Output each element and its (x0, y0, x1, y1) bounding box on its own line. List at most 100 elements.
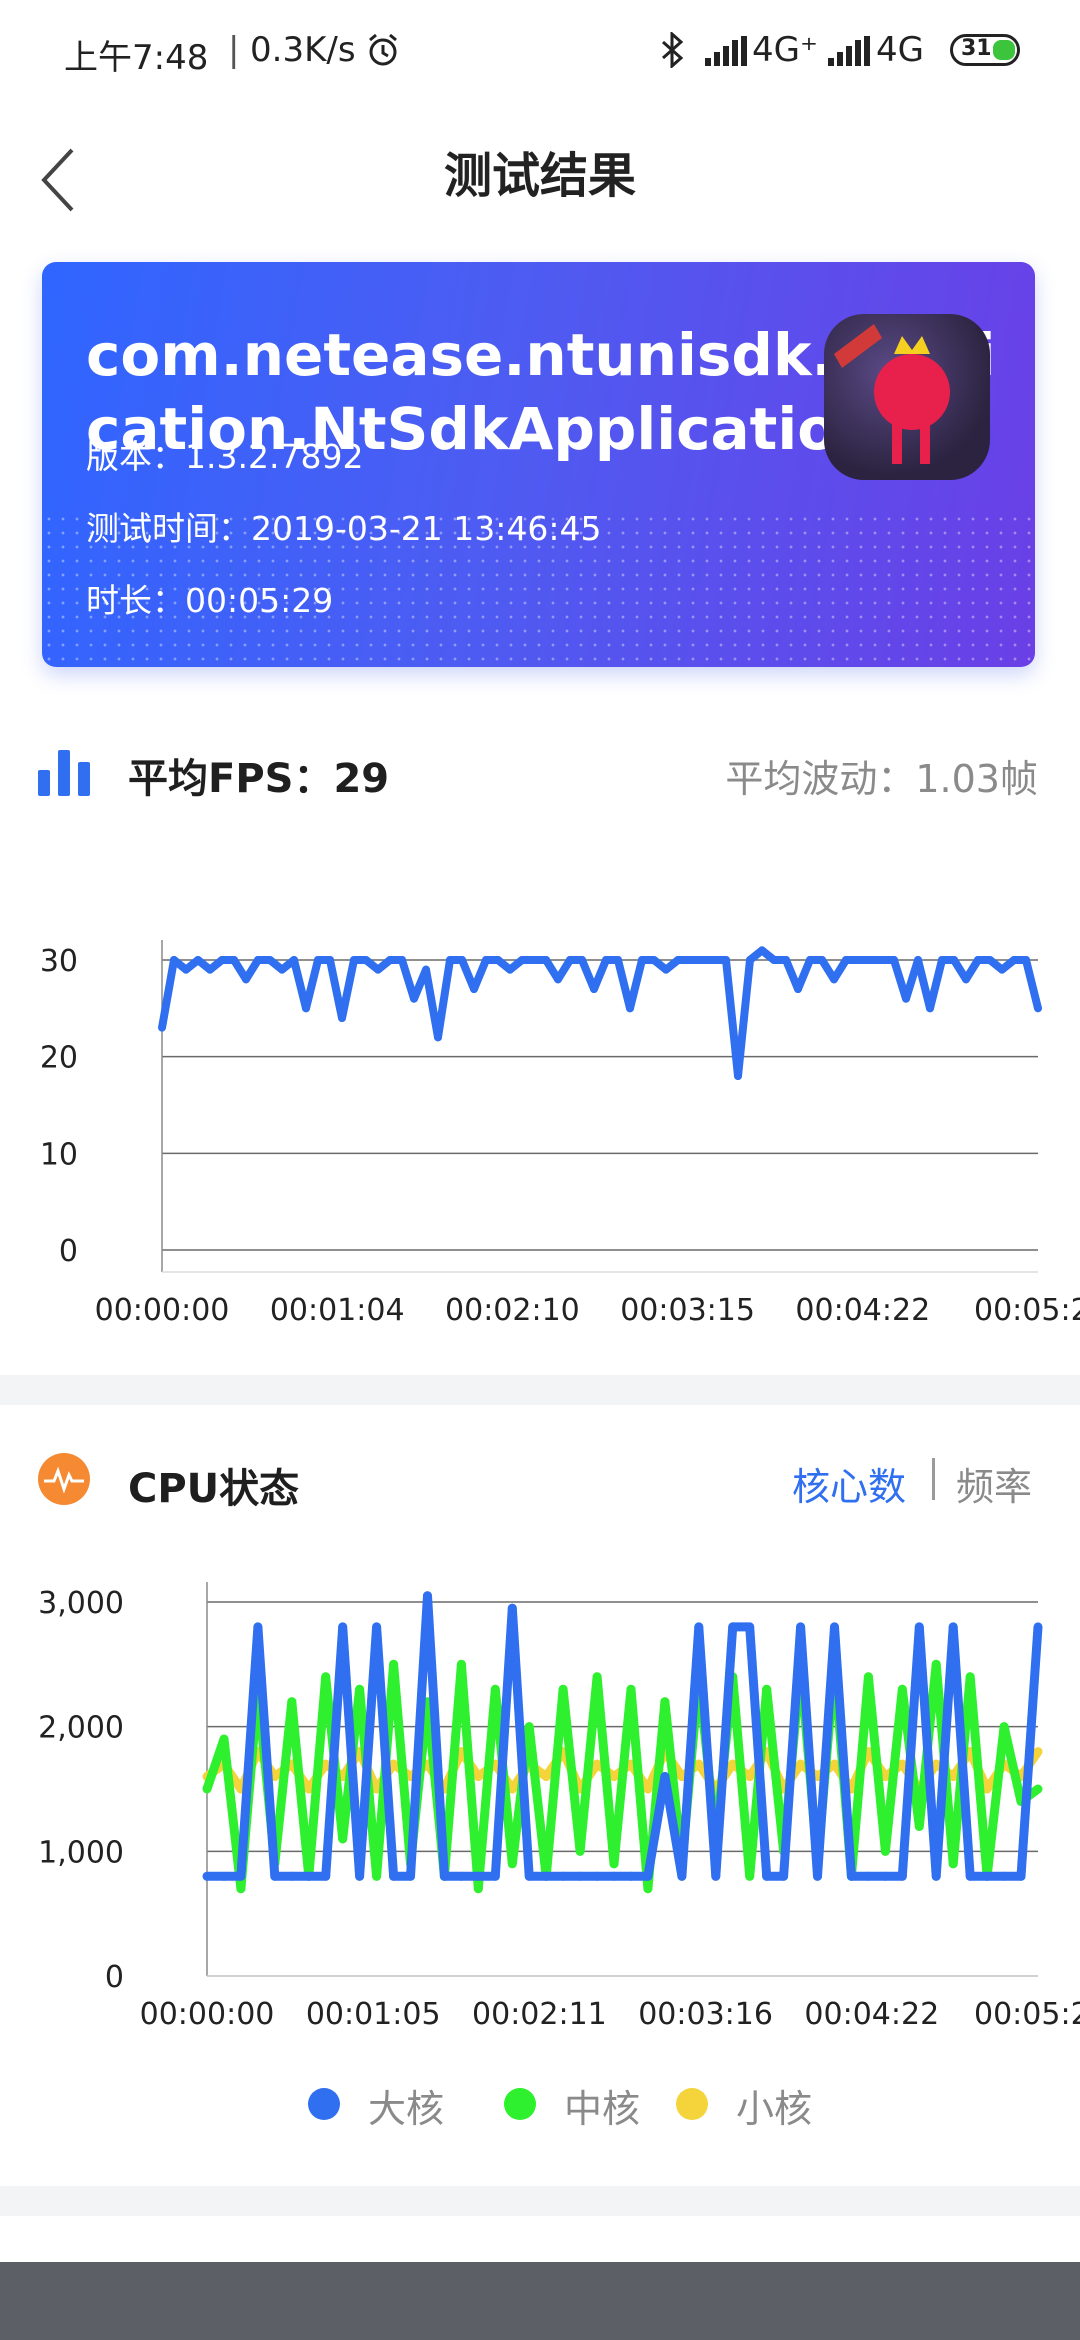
data-point (206, 965, 214, 974)
data-point (338, 1014, 346, 1022)
tab-frequency[interactable]: 频率 (956, 1456, 1032, 1511)
x-tick-label: 00:02:11 (472, 1997, 607, 2032)
data-point (304, 1871, 314, 1881)
data-point (542, 956, 550, 964)
cpu-chart: 3,000 2,000 1,000 0 00:00:00 00:01:05 00:02:11… (38, 1582, 1080, 2032)
data-point (846, 1871, 856, 1881)
data-point (866, 956, 874, 964)
data-point (962, 975, 970, 984)
signal-icon-2 (828, 36, 872, 70)
data-point (1022, 956, 1030, 964)
data-point (350, 956, 358, 964)
battery-icon: 31 (950, 34, 1020, 66)
data-point (592, 1871, 602, 1881)
data-point (794, 985, 802, 993)
data-point (938, 956, 946, 964)
data-point (290, 956, 298, 964)
data-point (253, 1622, 263, 1632)
data-point (507, 1859, 517, 1869)
data-point (796, 1759, 806, 1769)
data-point (270, 1871, 280, 1881)
pulse-icon (38, 1453, 90, 1509)
data-point (170, 956, 178, 964)
network-type-2: 4G (876, 30, 924, 70)
data-point (677, 1871, 687, 1881)
legend-dot-mid (504, 2088, 536, 2120)
y-tick-label: 0 (59, 1234, 78, 1269)
data-point (1010, 956, 1018, 964)
data-point (456, 1659, 466, 1669)
x-tick-label: 00:03:16 (638, 1997, 773, 2032)
legend-label-mid: 中核 (564, 2087, 641, 2131)
tab-core-count[interactable]: 核心数 (792, 1456, 906, 1511)
data-point (338, 1834, 348, 1844)
data-point (746, 956, 754, 964)
data-point (506, 965, 514, 974)
data-point (609, 1871, 619, 1881)
bottom-bar (0, 2262, 1080, 2340)
data-point (287, 1697, 297, 1707)
fps-chart: 30 20 10 0 00:00:00 00:01:04 00:02:10 00:03:15 0… (40, 940, 1080, 1328)
data-point (321, 1672, 331, 1682)
x-tick-label: 00:03:15 (620, 1293, 755, 1328)
y-tick-label: 10 (40, 1137, 78, 1172)
legend-dot-small (676, 2088, 708, 2120)
data-point (482, 956, 490, 964)
data-point (813, 1871, 823, 1881)
data-point (230, 956, 238, 964)
data-point (914, 1821, 924, 1831)
data-point (422, 965, 430, 974)
version-text: 版本：1.3.2.7892 (86, 437, 364, 476)
data-point (662, 965, 670, 974)
data-point (830, 975, 838, 984)
x-tick-label: 00:04:22 (795, 1293, 930, 1328)
data-point (362, 956, 370, 964)
x-tick-label: 00:04:22 (804, 1997, 939, 2032)
section-divider (0, 1375, 1080, 1405)
data-point (470, 985, 478, 993)
data-point (518, 956, 526, 964)
duration-text: 时长：00:05:29 (86, 581, 334, 620)
data-point (439, 1871, 449, 1881)
data-point (1033, 1747, 1043, 1757)
data-point (806, 956, 814, 964)
data-point (650, 956, 658, 964)
data-point (626, 1871, 636, 1881)
data-point (638, 956, 646, 964)
data-point (854, 956, 862, 964)
data-point (998, 965, 1006, 974)
app-info-card: com.netease.ntunisdk.application.NtSdkAp… (42, 262, 1035, 667)
data-point (863, 1871, 873, 1881)
x-tick-label: 00:01:04 (270, 1293, 405, 1328)
data-point (302, 1004, 310, 1013)
data-point (473, 1884, 483, 1894)
legend-label-big: 大核 (368, 2087, 445, 2131)
data-point (626, 1684, 636, 1694)
data-point (878, 956, 886, 964)
data-point (182, 965, 190, 974)
data-point (796, 1622, 806, 1632)
data-point (880, 1871, 890, 1881)
legend-label-small: 小核 (736, 2087, 813, 2131)
data-point (728, 1622, 738, 1632)
data-point (1016, 1871, 1026, 1881)
data-point (948, 1859, 958, 1869)
data-point (458, 956, 466, 964)
data-point (999, 1871, 1009, 1881)
data-point (926, 1004, 934, 1013)
data-point (999, 1722, 1009, 1732)
data-point (722, 956, 730, 964)
test-time-text: 测试时间：2019-03-21 13:46:45 (86, 509, 602, 548)
data-point (950, 956, 958, 964)
data-point (219, 1734, 229, 1744)
data-point (386, 956, 394, 964)
data-point (674, 956, 682, 964)
x-tick-label: 00:01:05 (306, 1997, 441, 2032)
data-point (218, 956, 226, 964)
data-point (842, 956, 850, 964)
data-point (592, 1672, 602, 1682)
data-point (406, 1871, 416, 1881)
battery-level: 31 (961, 36, 992, 61)
data-point (965, 1871, 975, 1881)
data-point (558, 1871, 568, 1881)
